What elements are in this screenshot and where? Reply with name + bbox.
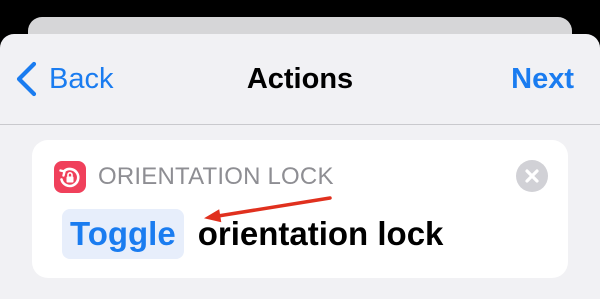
toggle-parameter-token[interactable]: Toggle [62,209,184,259]
next-button[interactable]: Next [511,60,574,98]
orientation-lock-icon [54,161,86,193]
actions-sheet: Back Actions Next ORIENTATION LOCK Toggl… [0,34,600,299]
action-parameter-row: Toggle orientation lock [62,208,443,260]
navbar-divider [0,124,600,125]
action-description: orientation lock [197,215,444,252]
close-icon [525,169,539,183]
remove-action-button[interactable] [516,160,548,192]
page-title: Actions [246,63,354,95]
navigation-bar: Back Actions Next [0,34,600,124]
action-name: ORIENTATION LOCK [98,163,334,190]
action-card: ORIENTATION LOCK Toggle orientation lock [32,140,568,278]
